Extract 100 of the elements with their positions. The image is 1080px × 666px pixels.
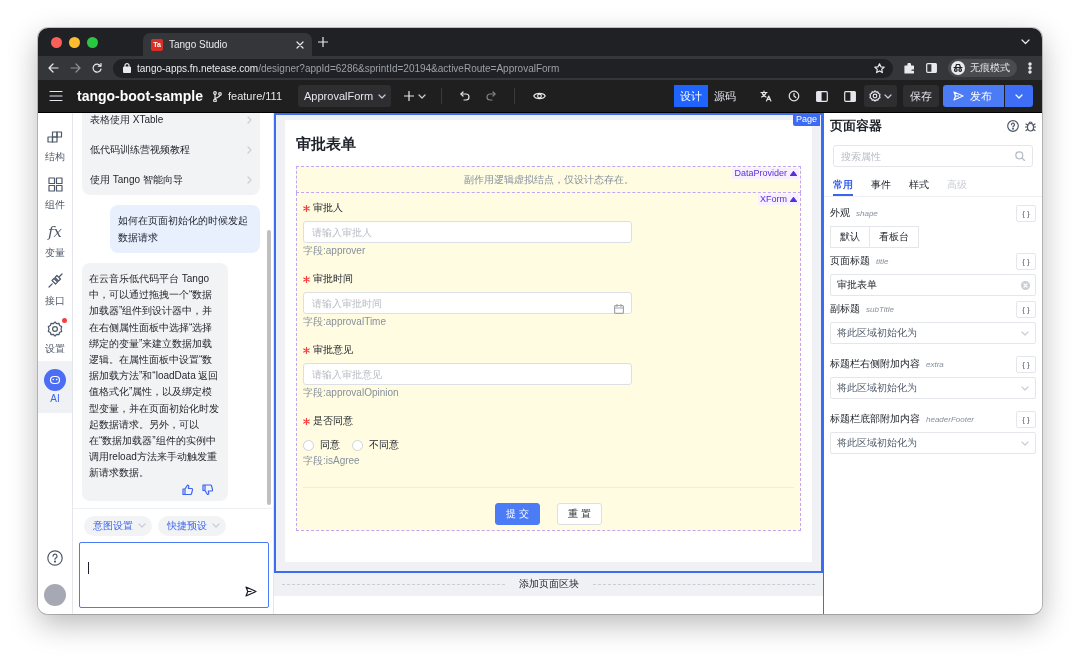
search-field[interactable]: 搜索属性 [833, 145, 1033, 167]
menu-icon[interactable] [49, 90, 63, 102]
rail-tab[interactable]: AI [38, 361, 72, 413]
prop-label: 标题栏右侧附加内容 [830, 357, 920, 371]
segment-option[interactable]: 默认 [830, 226, 870, 248]
send-icon[interactable] [245, 586, 257, 597]
prop-key: subTitle [866, 304, 894, 314]
puzzle-icon[interactable] [904, 62, 915, 74]
submit-button[interactable]: 提 交 [495, 503, 540, 525]
code-toggle[interactable]: { } [1016, 204, 1036, 222]
left-panel-icon[interactable] [816, 90, 828, 102]
settings-dropdown[interactable] [864, 85, 897, 107]
rail-tab[interactable]: 组件 [38, 169, 72, 217]
page-tag[interactable]: Page [792, 113, 820, 126]
branch-name: feature/111 [228, 90, 283, 102]
code-toggle[interactable]: { } [1016, 410, 1036, 428]
redo-icon[interactable] [486, 91, 497, 101]
prop-label: 外观 [830, 206, 850, 220]
grid-icon [47, 177, 63, 192]
select-field[interactable]: 将此区域初始化为 [830, 322, 1036, 344]
guide-link[interactable]: 低代码训练营视频教程 [90, 135, 252, 165]
rail-tab[interactable]: 设置 [38, 313, 72, 361]
panel-title: 页面容器 [830, 117, 882, 135]
text-input[interactable]: 请输入审批意见 [303, 363, 632, 385]
bug-icon[interactable] [1025, 120, 1036, 132]
rail-tab[interactable]: 接口 [38, 265, 72, 313]
zone-message: 副作用逻辑虚拟结点，仅设计态存在。 [463, 172, 634, 187]
text-field[interactable]: 审批表单 [830, 274, 1036, 296]
branch-icon [213, 90, 222, 102]
route-dropdown[interactable]: ApprovalForm [298, 85, 392, 107]
chevron-down-icon[interactable] [1021, 39, 1030, 45]
gear-icon [47, 320, 63, 337]
prop-label: 标题栏底部附加内容 [830, 412, 920, 426]
scrollbar-thumb[interactable] [267, 230, 271, 505]
chat-input[interactable] [79, 542, 269, 608]
chip-dropdown[interactable]: 快捷预设 [158, 515, 226, 536]
rail-tab[interactable]: 结构 [38, 121, 72, 169]
radio-button[interactable] [303, 439, 314, 451]
message-text: 在云音乐低代码平台 Tango 中，可以通过拖拽一个“数据加载器”组件到设计器中，并在右侧属性面板中选择“选择绑定的变量”来建立数据加载逻辑。在属性面板中设置“数据加载方法”和“loadData 返回值格式化”属性，以及绑定模型变量，并在页面初始化时发起数据请求。另外，可以在“数据加载器”组件的实例中调用reload方法来手动触发重新请求数据。 [89, 272, 220, 481]
back-icon[interactable] [48, 63, 59, 73]
chip-dropdown[interactable]: 意图设置 [84, 515, 152, 536]
mode-tab[interactable]: 设计 [674, 85, 708, 107]
text-input[interactable]: 请输入审批人 [303, 221, 632, 243]
star-icon[interactable] [874, 62, 885, 74]
profile-button[interactable]: 无痕模式 [948, 59, 1017, 77]
reload-icon[interactable] [92, 63, 102, 73]
close-icon[interactable] [296, 40, 304, 49]
component-tag[interactable]: DataProvider [732, 168, 799, 179]
history-icon[interactable] [788, 90, 800, 102]
window-minimize-button[interactable] [69, 36, 80, 48]
radio-label[interactable]: 不同意 [369, 438, 399, 452]
window-zoom-button[interactable] [87, 36, 98, 48]
caret-icon [884, 93, 892, 99]
thumbs-down-icon[interactable] [202, 483, 213, 495]
forward-icon[interactable] [70, 63, 81, 73]
component-tag[interactable]: XForm [758, 194, 799, 205]
caret-icon [1015, 93, 1023, 99]
segment-option[interactable]: 看板台 [870, 226, 919, 248]
guide-link[interactable]: 表格使用 XTable [90, 113, 252, 135]
translate-icon[interactable] [760, 90, 772, 102]
guide-link[interactable]: 使用 Tango 智能向导 [90, 165, 252, 195]
robot-icon [44, 369, 66, 391]
prop-key: shape [856, 208, 878, 218]
address-field[interactable]: tango-apps.fn.netease.com/designer?appId=6286&sprintId=20194&activeRoute=ApprovalForm [113, 58, 893, 78]
mode-tab[interactable]: 源码 [708, 85, 742, 107]
code-toggle[interactable]: { } [1016, 252, 1036, 270]
thumbs-up-icon[interactable] [182, 483, 193, 495]
add-block-link[interactable]: 添加页面区块 [518, 577, 579, 591]
publish-button[interactable]: 发布 [943, 85, 1004, 107]
date-input[interactable]: 请输入审批时间 [303, 292, 632, 314]
panel-tab[interactable]: 样式 [909, 176, 929, 196]
sidebar-icon[interactable] [926, 63, 937, 73]
more-icon[interactable] [1028, 62, 1032, 74]
help-icon[interactable] [47, 550, 63, 566]
undo-icon[interactable] [460, 91, 471, 101]
blocks-icon [47, 129, 63, 144]
panel-tab[interactable]: 事件 [871, 176, 891, 196]
lock-icon [123, 63, 131, 73]
help-icon[interactable] [1007, 120, 1019, 132]
caret-icon [1021, 330, 1029, 336]
prop-key: headerFooter [926, 414, 975, 424]
panel-tab[interactable]: 常用 [833, 176, 853, 196]
plus-icon[interactable] [318, 37, 328, 47]
radio-button[interactable] [352, 439, 363, 451]
right-panel-icon[interactable] [844, 90, 856, 102]
radio-label[interactable]: 同意 [320, 438, 340, 452]
chevron-icon [247, 176, 252, 184]
caret-icon [212, 523, 220, 528]
caret-icon [1021, 440, 1029, 446]
window-close-button[interactable] [51, 36, 62, 48]
select-field[interactable]: 将此区域初始化为 [830, 432, 1036, 454]
eye-icon[interactable] [533, 91, 547, 101]
code-toggle[interactable]: { } [1016, 300, 1036, 318]
select-field[interactable]: 将此区域初始化为 [830, 377, 1036, 399]
rail-tab[interactable]: fx 变量 [38, 217, 72, 265]
code-toggle[interactable]: { } [1016, 355, 1036, 373]
reset-button[interactable]: 重 置 [557, 503, 602, 525]
save-button[interactable]: 保存 [903, 85, 939, 107]
triangle-icon [790, 197, 797, 202]
caret-icon [418, 93, 427, 99]
